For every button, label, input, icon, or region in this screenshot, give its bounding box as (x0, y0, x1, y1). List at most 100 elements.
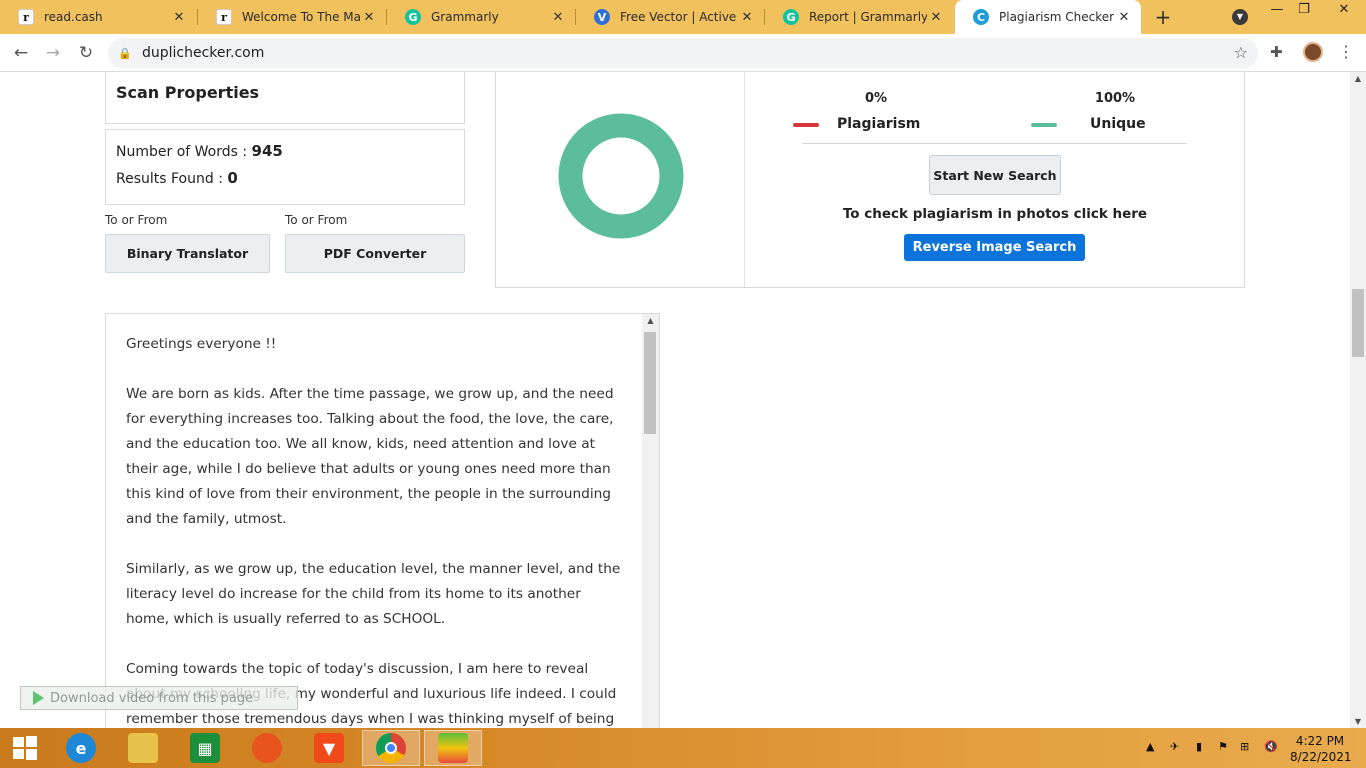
lock-icon[interactable]: 🔒 (118, 47, 132, 60)
close-tab-icon[interactable]: ✕ (360, 10, 378, 25)
tab-search-icon[interactable]: ▼ (1232, 9, 1248, 25)
extensions-puzzle-icon[interactable]: ✚ (1270, 43, 1283, 61)
checked-text-area[interactable]: Greetings everyone !! We are born as kid… (105, 313, 660, 728)
binary-translator-button[interactable]: Binary Translator (105, 234, 270, 273)
url-text[interactable]: duplichecker.com (142, 45, 264, 61)
download-video-overlay[interactable]: Download video from this page (20, 686, 298, 710)
scroll-down-arrow-icon[interactable]: ▼ (1350, 717, 1366, 726)
unique-percent: 100% (1094, 91, 1136, 106)
text-paragraph: Greetings everyone !! (126, 336, 277, 352)
page-content: Scan Properties Number of Words : 945 Re… (0, 72, 1350, 728)
scroll-up-arrow-icon[interactable]: ▲ (642, 316, 659, 325)
browser-menu-icon[interactable]: ⋮ (1338, 42, 1354, 61)
minimize-icon[interactable]: — (1262, 0, 1292, 22)
tab-welcome-magic[interactable]: r Welcome To The Magic ✕ (198, 0, 386, 34)
back-arrow-icon[interactable]: ← (9, 41, 33, 65)
to-or-from-label: To or From (285, 213, 348, 227)
flag-icon[interactable]: ⚑ (1218, 740, 1228, 753)
page-scroll-thumb[interactable] (1352, 289, 1364, 357)
read-cash-favicon-icon: r (216, 9, 232, 25)
file-explorer-taskbar-item[interactable] (116, 730, 170, 766)
word-count-row: Number of Words : 945 (116, 142, 454, 169)
reverse-image-search-button[interactable]: Reverse Image Search (904, 234, 1085, 261)
results-found-row: Results Found : 0 (116, 169, 454, 196)
browser-tab-strip: r read.cash ✕ r Welcome To The Magic ✕ G… (0, 0, 1366, 34)
internet-explorer-icon: e (66, 733, 96, 763)
bluestacks-taskbar-item[interactable] (424, 730, 482, 766)
tab-title: Plagiarism Checker | 100 (999, 10, 1115, 24)
scroll-up-arrow-icon[interactable]: ▲ (1350, 74, 1366, 83)
internet-explorer-taskbar-item[interactable]: e (54, 730, 108, 766)
forward-arrow-icon[interactable]: → (41, 41, 65, 65)
close-tab-icon[interactable]: ✕ (549, 10, 567, 25)
tab-title: Free Vector | Active kids (620, 10, 738, 24)
store-icon: ▦ (190, 733, 220, 763)
text-paragraph: Similarly, as we grow up, the education … (126, 561, 621, 627)
clock-time: 4:22 PM (1295, 734, 1345, 748)
unique-legend-swatch (1031, 123, 1057, 127)
close-tab-icon[interactable]: ✕ (927, 10, 945, 25)
start-new-search-button[interactable]: Start New Search (929, 155, 1061, 195)
bookmark-star-icon[interactable]: ☆ (1234, 43, 1248, 62)
freepik-favicon-icon: V (594, 9, 610, 25)
download-video-text[interactable]: Download video from this page (50, 691, 253, 706)
clock-date: 8/22/2021 (1290, 750, 1352, 764)
start-button[interactable] (0, 730, 50, 766)
word-count-value: 945 (251, 142, 283, 160)
page-scrollbar[interactable]: ▲ ▼ (1350, 72, 1366, 728)
close-tab-icon[interactable]: ✕ (738, 10, 756, 25)
word-count-label: Number of Words : (116, 144, 248, 160)
scan-properties-card: Scan Properties (105, 72, 465, 124)
bluestacks-icon (438, 733, 468, 763)
battery-icon[interactable]: ▮ (1196, 740, 1202, 753)
plagiarism-legend-swatch (793, 123, 819, 127)
unique-ring (558, 113, 684, 239)
text-area-scroll-thumb[interactable] (644, 332, 656, 434)
tab-read-cash[interactable]: r read.cash ✕ (0, 0, 196, 34)
scan-stats-card: Number of Words : 945 Results Found : 0 (105, 129, 465, 205)
network-tray-icon[interactable]: ✈ (1170, 740, 1179, 753)
results-divider (744, 72, 745, 287)
chrome-taskbar-item[interactable] (362, 730, 420, 766)
address-bar[interactable]: 🔒 duplichecker.com ☆ (108, 38, 1258, 68)
text-paragraph: We are born as kids. After the time pass… (126, 386, 614, 527)
play-icon (33, 691, 44, 705)
plagiarism-label: Plagiarism (837, 116, 921, 132)
tab-plagiarism-checker[interactable]: C Plagiarism Checker | 100 ✕ (955, 0, 1141, 34)
close-tab-icon[interactable]: ✕ (170, 10, 188, 25)
profile-avatar[interactable] (1303, 42, 1323, 62)
browser-toolbar: ← → ↻ 🔒 duplichecker.com ☆ (0, 34, 1366, 72)
store-taskbar-item[interactable]: ▦ (178, 730, 232, 766)
text-area-scrollbar[interactable]: ▲ (642, 314, 659, 728)
new-tab-button[interactable]: + (1151, 5, 1175, 29)
restore-icon[interactable]: ❐ (1289, 0, 1319, 22)
brave-taskbar-item[interactable]: ▼ (302, 730, 356, 766)
close-tab-icon[interactable]: ✕ (1115, 10, 1133, 25)
tab-grammarly[interactable]: G Grammarly ✕ (387, 0, 575, 34)
plagiarism-donut-chart (558, 113, 684, 239)
windows-taskbar: e ▦ ▼ (0, 728, 1366, 768)
taskbar-clock[interactable]: 4:22 PM 8/22/2021 (1290, 733, 1352, 765)
firefox-taskbar-item[interactable] (240, 730, 294, 766)
tab-report-grammarly[interactable]: G Report | Grammarly ✕ (765, 0, 953, 34)
grammarly-favicon-icon: G (783, 9, 799, 25)
duplichecker-favicon-icon: C (973, 9, 989, 25)
unique-label: Unique (1090, 116, 1146, 132)
grammarly-favicon-icon: G (405, 9, 421, 25)
tab-free-vector[interactable]: V Free Vector | Active kids ✕ (576, 0, 764, 34)
network-icon[interactable]: ⊞ (1240, 740, 1249, 753)
read-cash-favicon-icon: r (18, 9, 34, 25)
photo-plagiarism-prompt: To check plagiarism in photos click here (842, 206, 1148, 222)
checked-text-content[interactable]: Greetings everyone !! We are born as kid… (126, 332, 626, 728)
firefox-icon (252, 733, 282, 763)
volume-muted-icon[interactable]: 🔇 (1264, 740, 1278, 753)
reload-icon[interactable]: ↻ (74, 41, 98, 65)
results-found-label: Results Found : (116, 171, 223, 187)
results-card: 0% Plagiarism 100% Unique Start New Sear… (495, 72, 1245, 288)
window-close-icon[interactable]: ✕ (1322, 0, 1366, 22)
show-hidden-icons-icon[interactable]: ▲ (1146, 740, 1154, 753)
scan-properties-title: Scan Properties (116, 83, 260, 102)
to-or-from-label: To or From (105, 213, 168, 227)
brave-lion-icon: ▼ (314, 733, 344, 763)
pdf-converter-button[interactable]: PDF Converter (285, 234, 465, 273)
